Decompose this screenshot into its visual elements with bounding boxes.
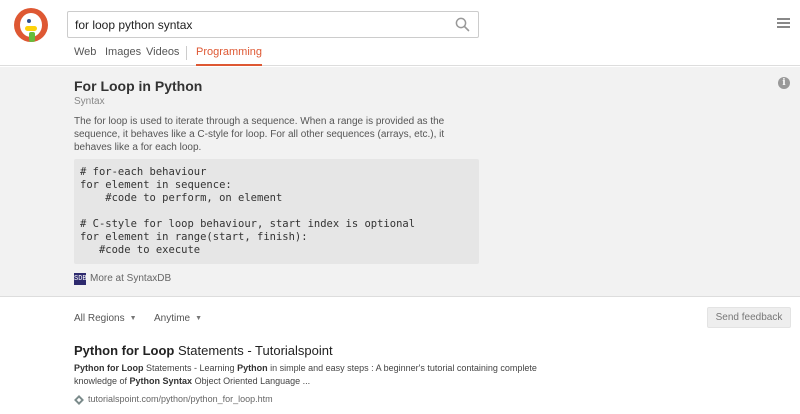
search-input[interactable] — [68, 12, 448, 37]
result-title-rest: Statements - Tutorialspoint — [174, 343, 333, 358]
time-label: Anytime — [154, 313, 191, 324]
time-dropdown[interactable]: Anytime ▼ — [154, 313, 202, 324]
code-line: #code to execute — [80, 244, 201, 256]
result-title-link[interactable]: Python for Loop Statements - Tutorialspo… — [74, 343, 574, 358]
code-line: for element in range(start, finish): — [80, 231, 308, 243]
instant-answer-title: For Loop in Python — [74, 78, 203, 94]
region-label: All Regions — [74, 313, 125, 324]
result-url[interactable]: tutorialspoint.com/python/python_for_loo… — [88, 394, 273, 404]
caret-down-icon: ▼ — [195, 315, 203, 322]
code-line: #code to perform, on element — [80, 192, 283, 204]
snippet-part: Python for Loop — [74, 363, 144, 373]
code-line: # C-style for loop behaviour, start inde… — [80, 218, 416, 230]
tab-videos[interactable]: Videos — [146, 46, 179, 66]
search-box — [67, 11, 479, 38]
result-snippet: Python for Loop Statements - Learning Py… — [74, 362, 574, 388]
snippet-part: Object Oriented Language ... — [192, 376, 311, 386]
syntaxdb-icon: SDB — [74, 273, 87, 285]
snippet-part: Statements - Learning — [143, 363, 238, 373]
send-feedback-button[interactable]: Send feedback — [707, 307, 791, 328]
tab-images[interactable]: Images — [105, 46, 141, 66]
search-result: Python for Loop Statements - Tutorialspo… — [74, 343, 574, 406]
tab-web[interactable]: Web — [74, 46, 96, 66]
result-title-bold: Python for Loop — [74, 343, 175, 358]
snippet-part: Python — [237, 363, 268, 373]
info-icon[interactable]: i — [778, 77, 790, 89]
tab-programming[interactable]: Programming — [196, 46, 263, 66]
duckduckgo-logo[interactable] — [14, 8, 48, 42]
code-block: # for-each behaviour for element in sequ… — [74, 159, 479, 264]
filter-bar: All Regions ▼ Anytime ▼ Send feedback — [0, 307, 800, 329]
code-line: for element in sequence: — [80, 179, 232, 191]
code-line: # for-each behaviour — [80, 166, 207, 178]
more-at-syntaxdb-link[interactable]: More at SyntaxDB — [90, 273, 171, 284]
snippet-part: Python Syntax — [129, 376, 193, 386]
search-icon[interactable] — [455, 17, 470, 32]
menu-icon[interactable] — [777, 18, 790, 29]
result-url-row: tutorialspoint.com/python/python_for_loo… — [74, 394, 574, 406]
globe-icon — [74, 395, 84, 405]
instant-answer-subtitle: Syntax — [74, 96, 105, 107]
header: Web Images Videos Programming — [0, 0, 800, 66]
caret-down-icon: ▼ — [129, 315, 137, 322]
instant-answer-panel: For Loop in Python Syntax The for loop i… — [0, 67, 800, 297]
region-dropdown[interactable]: All Regions ▼ — [74, 313, 137, 324]
tab-divider — [186, 46, 187, 60]
instant-answer-description: The for loop is used to iterate through … — [74, 116, 445, 153]
